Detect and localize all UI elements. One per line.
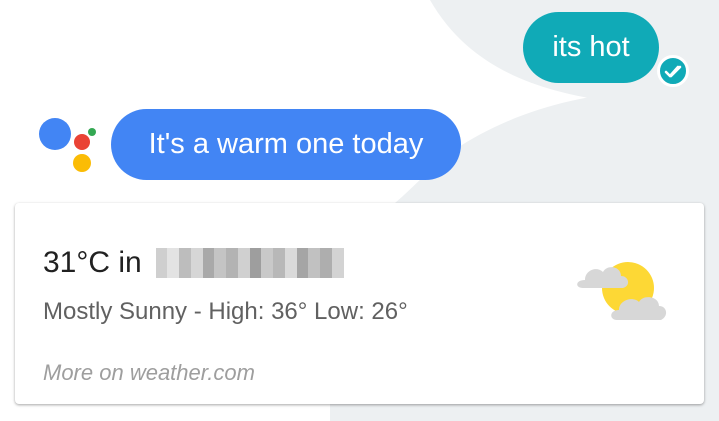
partly-sunny-icon [577, 262, 667, 320]
temperature-text: 31°C in [43, 246, 142, 279]
assistant-message-bubble: It's a warm one today [111, 109, 461, 180]
weather-condition-text: Mostly Sunny - High: 36° Low: 26° [43, 298, 408, 325]
read-receipt-check-icon [657, 55, 689, 87]
assistant-message-text: It's a warm one today [148, 128, 424, 160]
weather-card[interactable]: 31°C in Mostly Sunny - High: 36° Low: 26… [15, 203, 704, 404]
blurred-location-text [155, 248, 344, 278]
temperature-line: 31°C in [43, 246, 344, 280]
user-message-bubble: its hot [523, 12, 659, 83]
google-assistant-logo-icon [39, 118, 96, 172]
user-message-text: its hot [552, 31, 630, 63]
more-on-weather-link[interactable]: More on weather.com [43, 360, 255, 386]
